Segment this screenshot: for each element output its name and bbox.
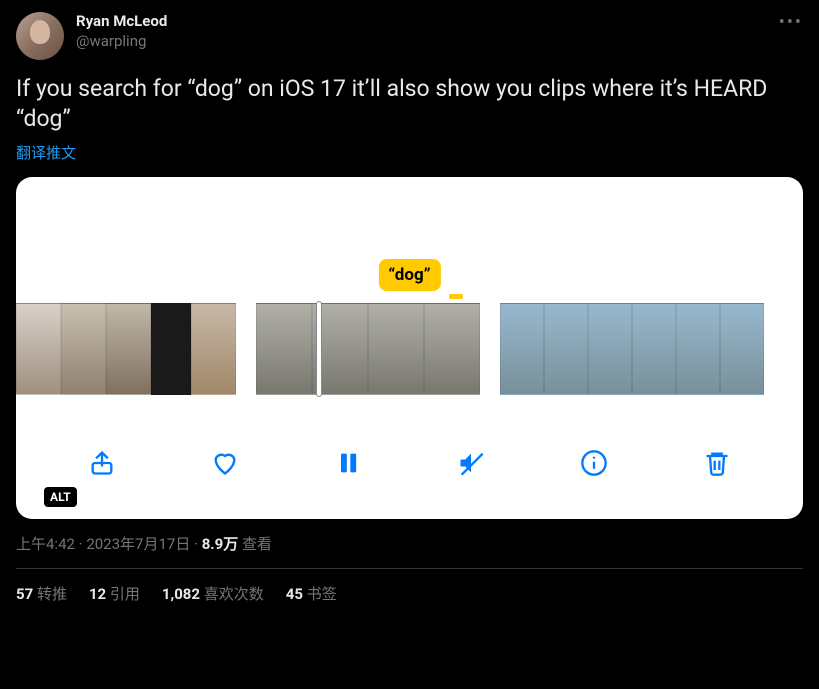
media-controls bbox=[16, 447, 803, 479]
badge-tick bbox=[449, 294, 463, 299]
clip-frame[interactable] bbox=[676, 303, 720, 395]
user-info: Ryan McLeod @warpling bbox=[76, 12, 167, 51]
alt-badge[interactable]: ALT bbox=[44, 487, 77, 507]
clip-frame[interactable] bbox=[632, 303, 676, 395]
tweet-time[interactable]: 上午4:42 bbox=[16, 535, 75, 553]
heart-icon[interactable] bbox=[209, 447, 241, 479]
clip-group-3[interactable] bbox=[500, 303, 764, 395]
clip-frame[interactable] bbox=[424, 303, 480, 395]
avatar[interactable] bbox=[16, 12, 64, 60]
clip-frame[interactable] bbox=[61, 303, 106, 395]
tweet-body: If you search for “dog” on iOS 17 it’ll … bbox=[16, 74, 803, 134]
bookmarks-stat[interactable]: 45 书签 bbox=[286, 583, 337, 604]
clip-group-1[interactable] bbox=[16, 303, 236, 395]
views-label: 查看 bbox=[238, 535, 272, 553]
tweet-header: Ryan McLeod @warpling ••• bbox=[16, 12, 803, 60]
clip-frame[interactable] bbox=[191, 303, 236, 395]
clip-frame[interactable] bbox=[720, 303, 764, 395]
share-icon[interactable] bbox=[86, 447, 118, 479]
user-handle[interactable]: @warpling bbox=[76, 32, 167, 52]
pause-icon[interactable] bbox=[332, 447, 364, 479]
clip-frame[interactable] bbox=[106, 303, 151, 395]
video-timeline bbox=[16, 303, 803, 395]
info-icon[interactable] bbox=[578, 447, 610, 479]
more-icon[interactable]: ••• bbox=[779, 12, 803, 33]
media-attachment[interactable]: “dog” bbox=[16, 177, 803, 519]
tweet-stats: 57 转推 12 引用 1,082 喜欢次数 45 书签 bbox=[16, 583, 803, 604]
clip-frame[interactable] bbox=[544, 303, 588, 395]
mute-icon[interactable] bbox=[455, 447, 487, 479]
divider bbox=[16, 568, 803, 569]
display-name[interactable]: Ryan McLeod bbox=[76, 12, 167, 32]
tweet-container: Ryan McLeod @warpling ••• If you search … bbox=[0, 0, 819, 616]
clip-frame[interactable] bbox=[16, 303, 61, 395]
trash-icon[interactable] bbox=[701, 447, 733, 479]
tweet-date[interactable]: 2023年7月17日 bbox=[86, 535, 190, 553]
clip-frame[interactable] bbox=[151, 303, 191, 395]
translate-link[interactable]: 翻译推文 bbox=[16, 142, 76, 163]
clip-frame[interactable] bbox=[588, 303, 632, 395]
likes-stat[interactable]: 1,082 喜欢次数 bbox=[162, 583, 264, 604]
clip-frame[interactable] bbox=[256, 303, 312, 395]
clip-group-2[interactable] bbox=[256, 303, 480, 395]
playhead[interactable] bbox=[316, 301, 322, 397]
retweets-stat[interactable]: 57 转推 bbox=[16, 583, 67, 604]
views-count: 8.9万 bbox=[202, 535, 239, 553]
quotes-stat[interactable]: 12 引用 bbox=[89, 583, 140, 604]
search-term-badge: “dog” bbox=[378, 259, 440, 291]
tweet-meta: 上午4:42 · 2023年7月17日 · 8.9万 查看 bbox=[16, 533, 803, 554]
clip-frame[interactable] bbox=[368, 303, 424, 395]
clip-frame[interactable] bbox=[500, 303, 544, 395]
